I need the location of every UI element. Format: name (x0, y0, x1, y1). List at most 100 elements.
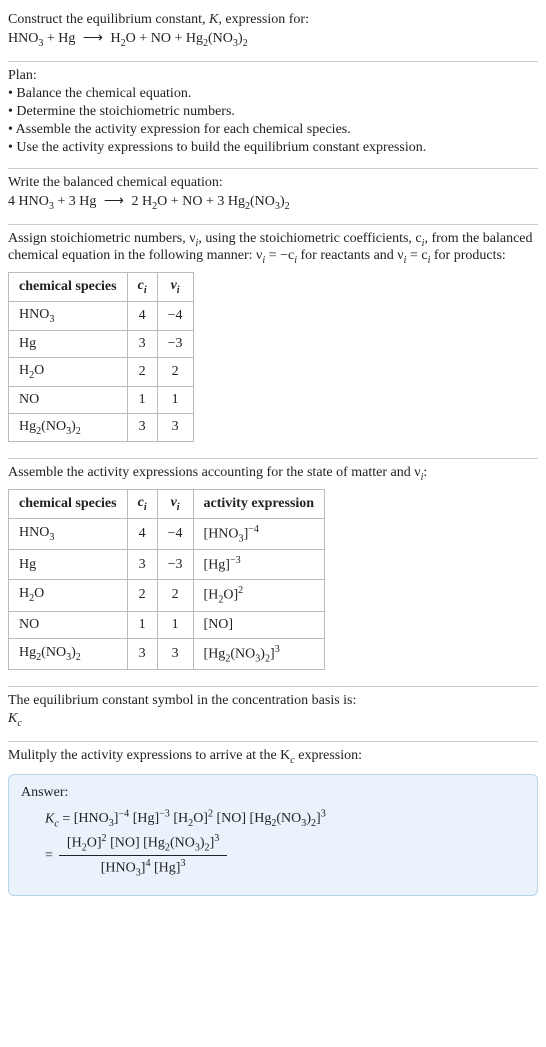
kc-line: The equilibrium constant symbol in the c… (8, 693, 538, 709)
col-vi: νi (157, 273, 193, 302)
assemble-heading: Assemble the activity expressions accoun… (8, 465, 538, 483)
col-species: chemical species (9, 273, 128, 302)
table-row: NO11[NO] (9, 611, 325, 638)
table-row: NO11 (9, 386, 194, 413)
multiply-text-a: Mulitply the activity expressions to arr… (8, 748, 290, 763)
stoich-text-g: and ν (374, 248, 404, 263)
plan-bullet-4: • Use the activity expressions to build … (8, 140, 538, 156)
cell-activity: [Hg2(NO3)2]3 (193, 638, 325, 669)
col-ci: ci (127, 490, 157, 519)
assemble-tail: : (423, 465, 427, 480)
table-header-row: chemical species ci νi activity expressi… (9, 490, 325, 519)
plus: + (206, 194, 217, 209)
col-species: chemical species (9, 490, 128, 519)
answer-line-1: Kc = [HNO3]−4 [Hg]−3 [H2O]2 [NO] [Hg2(NO… (21, 809, 525, 829)
balanced-equation: 4 HNO3 + 3 Hg ⟶ 2 H2O + NO + 3 Hg2(NO3)2 (8, 193, 538, 212)
stoich-text-h: = c (406, 248, 427, 263)
stoich-text-e: = −c (265, 248, 294, 263)
table-row: Hg3−3 (9, 330, 194, 357)
species-hg2no32: Hg2(NO3)2 (186, 31, 248, 46)
species-hg2no32: Hg2(NO3)2 (228, 194, 290, 209)
section-balanced: Write the balanced chemical equation: 4 … (8, 169, 538, 225)
species-hg: Hg (58, 31, 75, 46)
coeff-h2o: 2 (132, 194, 139, 209)
table-body: HNO34−4Hg3−3H2O22NO11Hg2(NO3)233 (9, 301, 194, 441)
cell-species: Hg2(NO3)2 (9, 638, 128, 669)
fraction-numerator: [H2O]2 [NO] [Hg2(NO3)2]3 (59, 831, 227, 855)
cell-vi: 2 (157, 580, 193, 611)
col-activity: activity expression (193, 490, 325, 519)
cell-vi: −4 (157, 518, 193, 549)
table-row: HNO34−4[HNO3]−4 (9, 518, 325, 549)
stoich-table: chemical species ci νi HNO34−4Hg3−3H2O22… (8, 272, 194, 442)
kc-symbol: Kc (8, 711, 538, 729)
species-no: NO (151, 31, 171, 46)
species-h2o: H2O (111, 31, 136, 46)
page: Construct the equilibrium constant, K, e… (0, 0, 546, 918)
col-ci: ci (127, 273, 157, 302)
section-kc-symbol: The equilibrium constant symbol in the c… (8, 687, 538, 742)
stoich-text-f: for reactants (297, 248, 370, 263)
cell-ci: 1 (127, 611, 157, 638)
table-header-row: chemical species ci νi (9, 273, 194, 302)
fraction: [H2O]2 [NO] [Hg2(NO3)2]3 [HNO3]4 [Hg]3 (59, 831, 227, 881)
cell-species: Hg2(NO3)2 (9, 413, 128, 442)
table-row: Hg3−3[Hg]−3 (9, 550, 325, 580)
coeff-hg2: 3 (217, 194, 224, 209)
cell-species: HNO3 (9, 301, 128, 330)
cell-vi: −3 (157, 330, 193, 357)
cell-species: NO (9, 386, 128, 413)
equals: = (45, 848, 59, 864)
section-prompt: Construct the equilibrium constant, K, e… (8, 6, 538, 62)
section-activity: Assemble the activity expressions accoun… (8, 459, 538, 687)
arrow-icon: ⟶ (100, 194, 128, 209)
cell-vi: −3 (157, 550, 193, 580)
cell-ci: 3 (127, 413, 157, 442)
cell-species: H2O (9, 357, 128, 386)
plus: + (174, 31, 185, 46)
cell-ci: 3 (127, 550, 157, 580)
col-vi: νi (157, 490, 193, 519)
cell-ci: 2 (127, 357, 157, 386)
kc-sub: c (54, 818, 58, 829)
species-hno3: HNO3 (19, 194, 54, 209)
stoich-text-a: Assign stoichiometric numbers, ν (8, 231, 196, 246)
cell-activity: [Hg]−3 (193, 550, 325, 580)
plan-bullet-1: • Balance the chemical equation. (8, 86, 538, 102)
table-row: Hg2(NO3)233 (9, 413, 194, 442)
plus: + (57, 194, 68, 209)
coeff-hno3: 4 (8, 194, 15, 209)
construct-K: K (209, 12, 218, 27)
stoich-text-b: , using the stoichiometric coefficients,… (198, 231, 421, 246)
species-no: NO (182, 194, 202, 209)
stoich-intro: Assign stoichiometric numbers, νi, using… (8, 231, 538, 267)
kc-K: K (8, 711, 17, 726)
table-row: H2O22 (9, 357, 194, 386)
cell-species: Hg (9, 550, 128, 580)
table-head: chemical species ci νi (9, 273, 194, 302)
cell-vi: 1 (157, 386, 193, 413)
answer-terms-inline: [HNO3]−4 [Hg]−3 [H2O]2 [NO] [Hg2(NO3)2]3 (74, 811, 326, 826)
cell-ci: 4 (127, 518, 157, 549)
multiply-line: Mulitply the activity expressions to arr… (8, 748, 538, 766)
cell-vi: 2 (157, 357, 193, 386)
answer-label: Answer: (21, 785, 525, 801)
unbalanced-equation: HNO3 + Hg ⟶ H2O + NO + Hg2(NO3)2 (8, 30, 538, 49)
cell-ci: 4 (127, 301, 157, 330)
activity-table: chemical species ci νi activity expressi… (8, 489, 325, 670)
construct-text-a: Construct the equilibrium constant, (8, 12, 209, 27)
cell-species: HNO3 (9, 518, 128, 549)
cell-activity: [H2O]2 (193, 580, 325, 611)
species-hg: Hg (79, 194, 100, 209)
plus: + (171, 194, 182, 209)
plus: + (47, 31, 58, 46)
cell-species: Hg (9, 330, 128, 357)
cell-ci: 2 (127, 580, 157, 611)
arrow-icon: ⟶ (79, 31, 107, 46)
cell-species: NO (9, 611, 128, 638)
table-head: chemical species ci νi activity expressi… (9, 490, 325, 519)
section-plan: Plan: • Balance the chemical equation. •… (8, 62, 538, 169)
kc-K: K (45, 811, 54, 826)
cell-ci: 1 (127, 386, 157, 413)
multiply-text-b: expression: (295, 748, 362, 763)
